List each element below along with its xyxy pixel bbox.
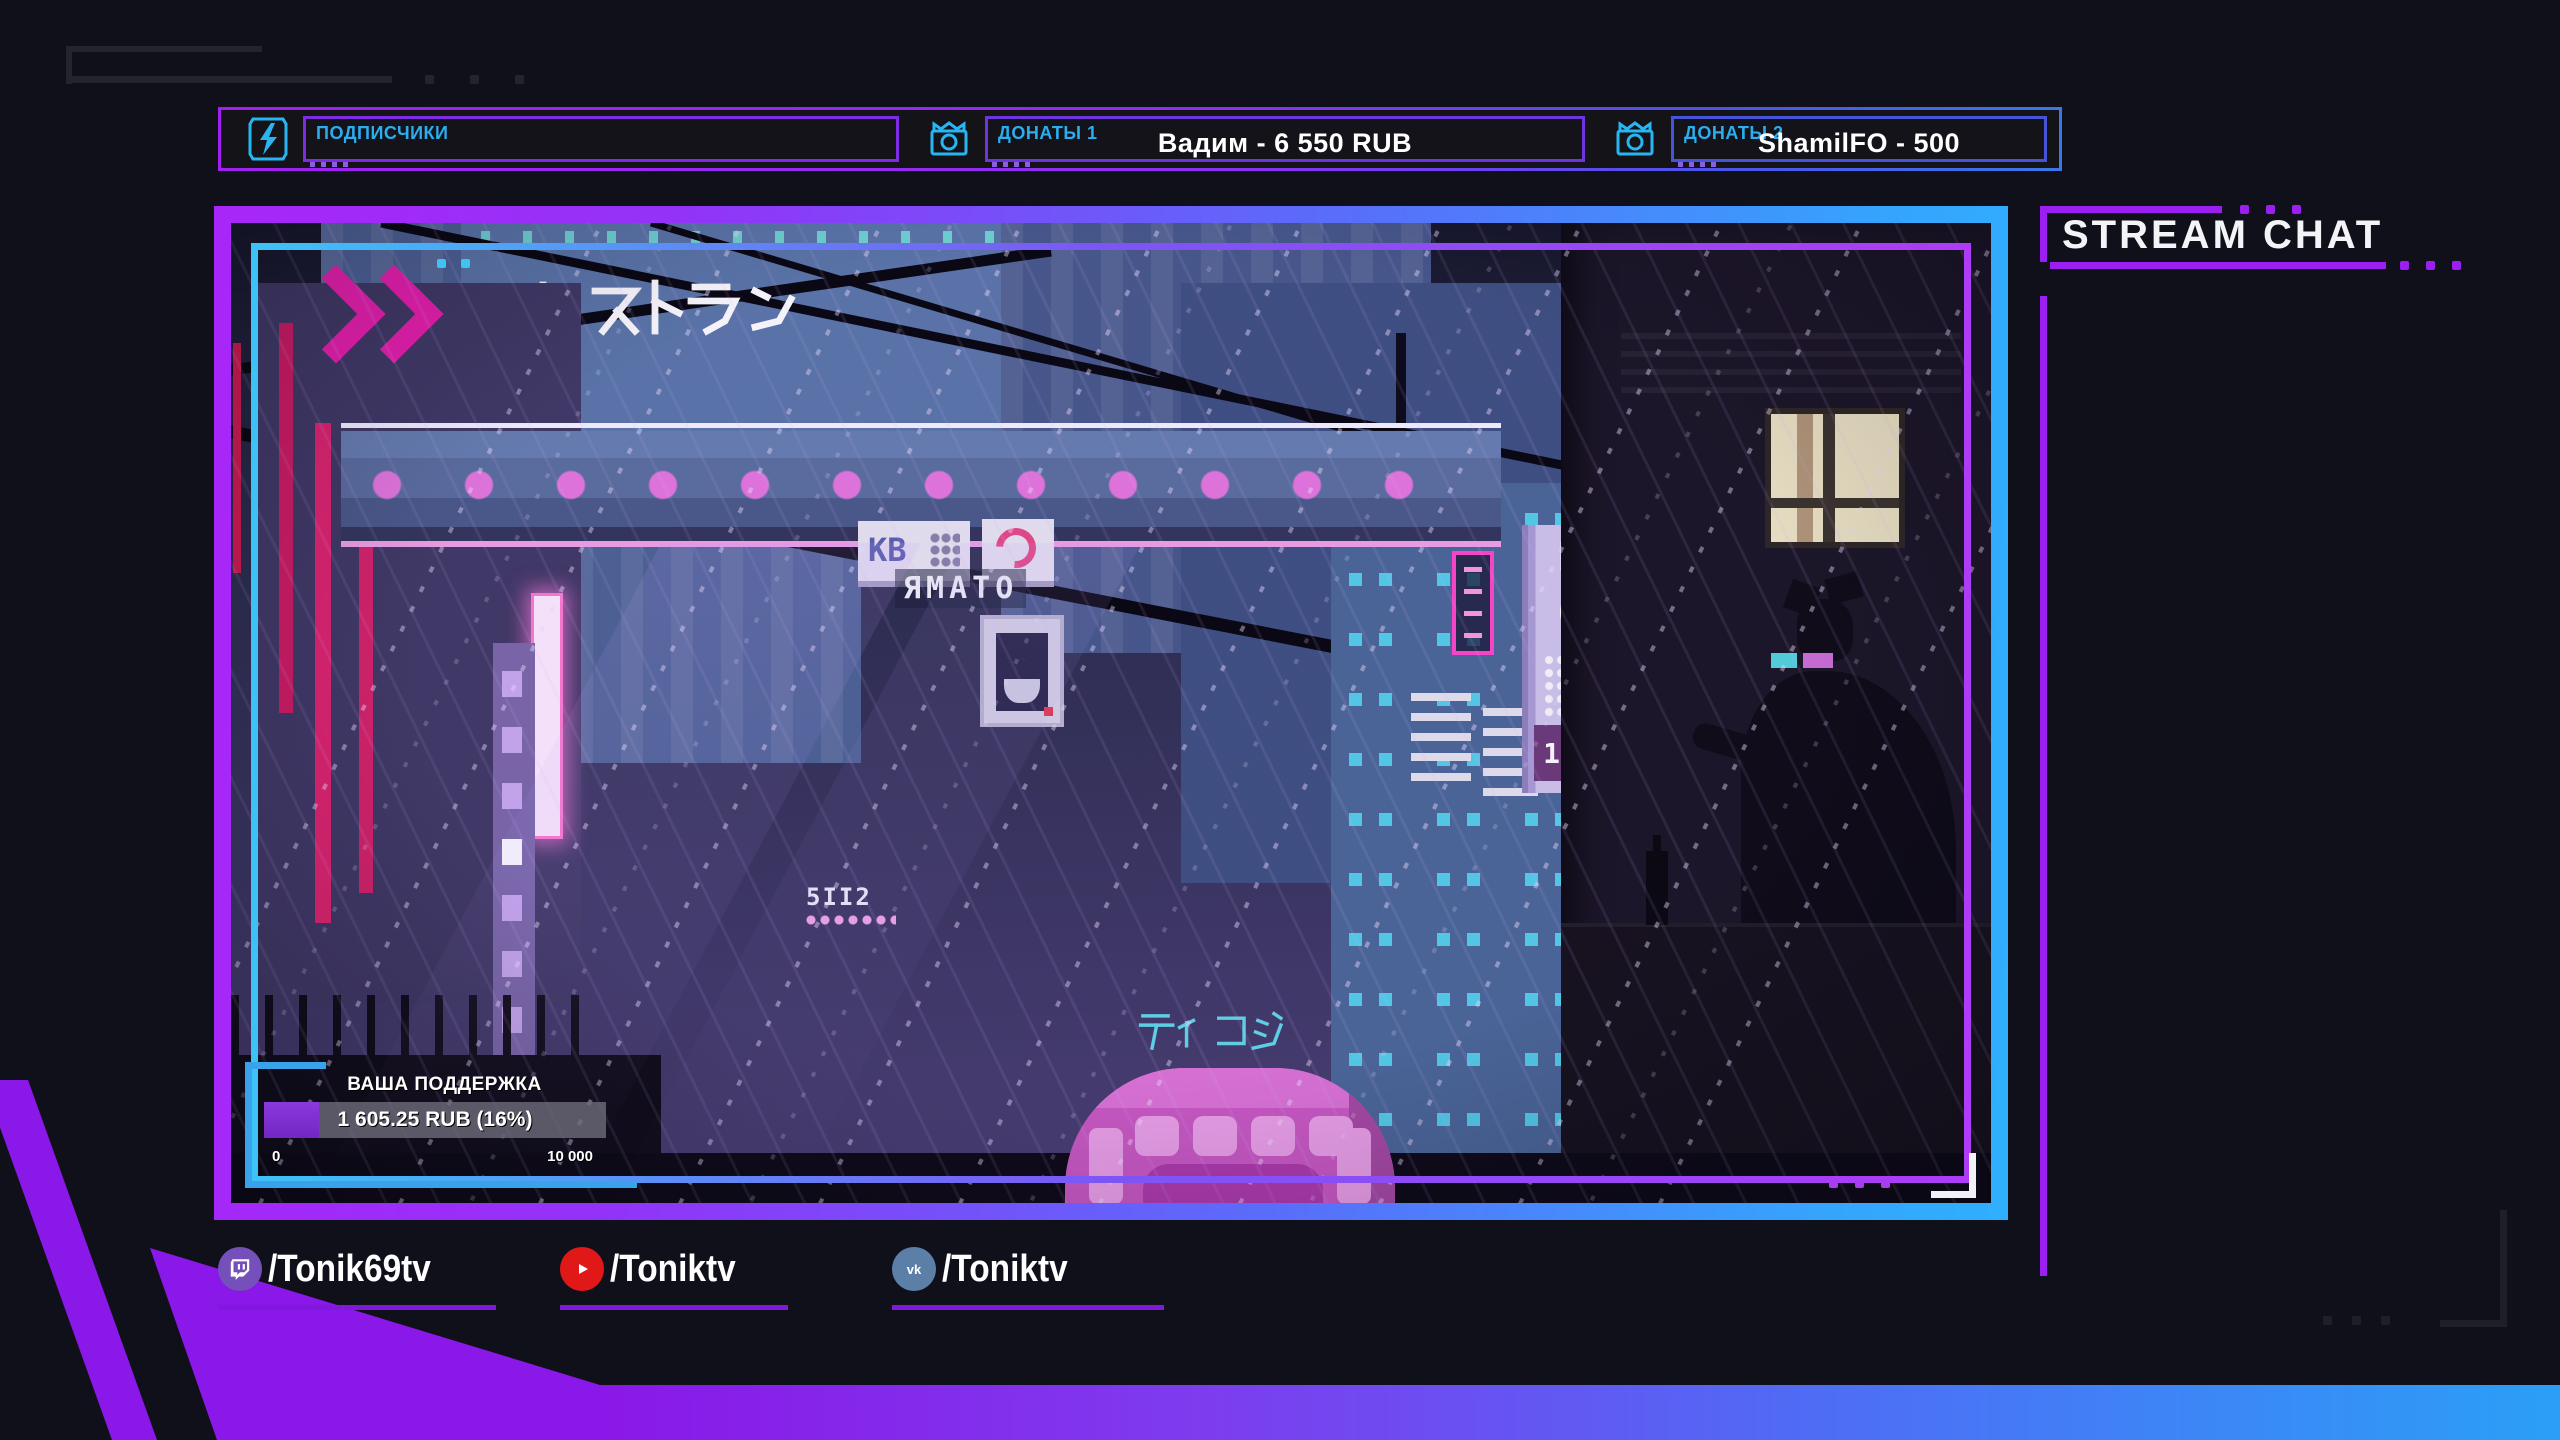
social-link-youtube[interactable]: /Toniktv — [560, 1247, 800, 1310]
chat-title-underline — [2050, 262, 2386, 269]
widget-dots — [310, 162, 352, 167]
widget-label: ПОДПИСЧИКИ — [316, 123, 449, 143]
frame-dot-cyan — [437, 259, 446, 268]
camera-icon — [927, 120, 971, 158]
frame-corner-white — [1931, 1153, 1976, 1198]
social-link-twitch[interactable]: /Tonik69tv — [218, 1247, 508, 1310]
social-link-vk[interactable]: vk /Toniktv — [892, 1247, 1176, 1310]
bg-deco-dot — [470, 75, 479, 84]
support-value: 1 605.25 RUB (16%) — [337, 1108, 533, 1131]
chat-dot — [2426, 261, 2435, 270]
frame-dot-purple — [1855, 1179, 1864, 1188]
chat-dot — [2452, 261, 2461, 270]
support-widget: ВАША ПОДДЕРЖКА 1 605.25 RUB (16%) 0 10 0… — [245, 1062, 637, 1188]
support-title: ВАША ПОДДЕРЖКА — [347, 1074, 542, 1095]
widget-donations-2: ДОНАТЫ 2 ShamilFO - 500 — [1671, 116, 2047, 167]
social-underline — [218, 1305, 496, 1310]
twitch-icon — [218, 1247, 262, 1291]
bg-deco-dot — [2323, 1316, 2332, 1325]
frame-dot-purple — [1881, 1179, 1890, 1188]
support-scale-min: 0 — [272, 1148, 281, 1165]
lightning-icon — [247, 116, 289, 162]
chat-messages-area[interactable] — [2056, 300, 2550, 1270]
social-underline — [560, 1305, 788, 1310]
frame-dot-cyan — [461, 259, 470, 268]
vk-icon: vk — [892, 1247, 936, 1291]
chat-title: STREAM CHAT — [2062, 213, 2384, 257]
widgets-bar: ПОДПИСЧИКИ ДОНАТЫ 1 Вадим - 6 550 RUB ДО… — [218, 107, 2062, 171]
widget-value: ShamilFO - 500 — [1757, 128, 1961, 158]
chat-bracket-top — [2040, 206, 2222, 213]
svg-text:vk: vk — [907, 1262, 922, 1277]
bg-deco-dot — [2352, 1316, 2361, 1325]
bg-deco-dot — [425, 75, 434, 84]
widget-subscribers: ПОДПИСЧИКИ — [303, 116, 899, 167]
bg-deco-dot — [515, 75, 524, 84]
social-handle: /Toniktv — [610, 1247, 736, 1290]
chat-side-line — [2040, 296, 2047, 1276]
chat-bracket-left — [2040, 206, 2047, 262]
bg-deco-line — [66, 76, 392, 83]
widget-dots — [1678, 162, 1720, 167]
bottom-band — [600, 1385, 2560, 1440]
social-underline — [892, 1305, 1164, 1310]
social-handle: /Tonik69tv — [268, 1247, 431, 1290]
support-scale-max: 10 000 — [547, 1148, 593, 1165]
frame-dot-purple — [1829, 1179, 1838, 1188]
widget-dots — [992, 162, 1034, 167]
camera-icon — [1613, 120, 1657, 158]
widget-donations-1: ДОНАТЫ 1 Вадим - 6 550 RUB — [985, 116, 1585, 167]
game-scene-cyberpunk-city: КВ ЯМАТО FC — [231, 223, 1991, 1203]
widget-value: Вадим - 6 550 RUB — [1157, 128, 1413, 158]
chat-dot — [2400, 261, 2409, 270]
social-handle: /Toniktv — [942, 1247, 1068, 1290]
youtube-icon — [560, 1247, 604, 1291]
support-progress-bar: 1 605.25 RUB (16%) — [264, 1102, 606, 1138]
scene-tint — [231, 223, 1991, 1203]
bg-deco-dot — [2381, 1316, 2390, 1325]
bg-deco-line — [66, 46, 262, 52]
stream-overlay-page: ПОДПИСЧИКИ ДОНАТЫ 1 Вадим - 6 550 RUB ДО… — [0, 0, 2560, 1440]
